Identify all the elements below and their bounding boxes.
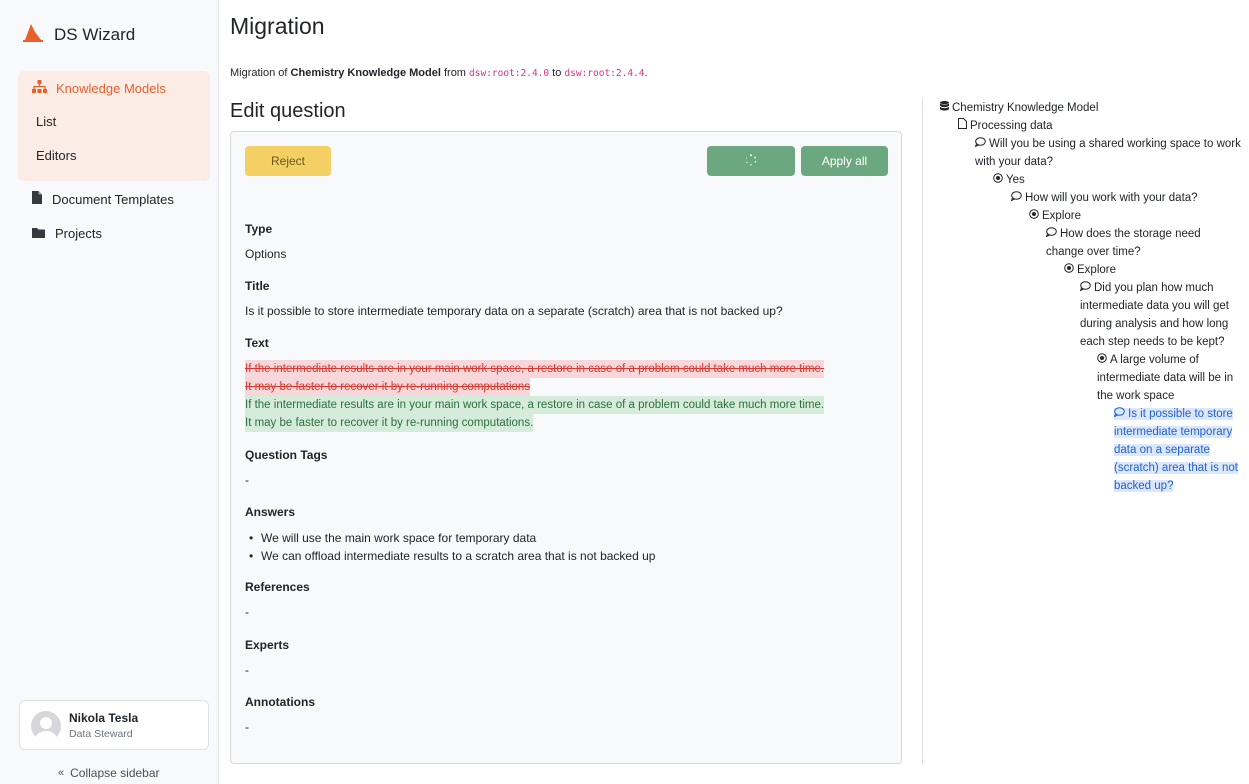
divider — [922, 98, 923, 764]
tree-answer-1: Yes — [993, 171, 1025, 189]
tags-value: - — [245, 473, 249, 487]
radio-icon — [1029, 207, 1039, 225]
from-version: dsw:root:2.4.0 — [469, 68, 550, 79]
tree-question-1: Will you be using a shared working space… — [974, 135, 1247, 171]
text-removed-line-2: It may be faster to recover it by re-run… — [245, 378, 531, 396]
spinner-icon — [745, 153, 757, 169]
type-value: Options — [245, 247, 287, 261]
answers-label: Answers — [245, 505, 296, 519]
user-name: Nikola Tesla — [69, 711, 139, 725]
tags-label: Question Tags — [245, 448, 328, 462]
text-removed-line-1: If the intermediate results are in your … — [245, 360, 825, 378]
radio-icon — [1064, 261, 1074, 279]
radio-icon — [993, 171, 1003, 189]
sitemap-icon — [32, 80, 47, 96]
to-version: dsw:root:2.4.4 — [564, 68, 645, 79]
tree-root: Chemistry Knowledge Model — [940, 99, 1098, 117]
list-item: We can offload intermediate results to a… — [245, 547, 655, 565]
tree-question-3: How does the storage need change over ti… — [1045, 225, 1236, 261]
experts-value: - — [245, 663, 249, 677]
comment-icon — [1010, 189, 1022, 207]
tree-answer-2: Explore — [1029, 207, 1081, 225]
main-content: Migration Migration of Chemistry Knowled… — [230, 0, 1249, 784]
app-name: DS Wizard — [54, 24, 136, 44]
tree-question-5-current[interactable]: Is it possible to store intermediate tem… — [1113, 405, 1249, 495]
migration-info: Migration of Chemistry Knowledge Model f… — [230, 67, 648, 79]
annotations-label: Annotations — [245, 695, 315, 709]
sidebar-item-projects[interactable]: Projects — [32, 226, 102, 241]
collapse-sidebar-button[interactable]: « Collapse sidebar — [58, 766, 160, 780]
title-value: Is it possible to store intermediate tem… — [245, 304, 783, 318]
radio-icon — [1097, 351, 1107, 369]
references-label: References — [245, 580, 310, 594]
chevrons-left-icon: « — [58, 767, 65, 779]
title-label: Title — [245, 279, 270, 293]
comment-icon — [1113, 405, 1125, 423]
folder-icon — [32, 226, 45, 241]
km-name: Chemistry Knowledge Model — [290, 67, 441, 79]
file-icon — [32, 191, 42, 207]
tree-answer-4: A large volume of intermediate data will… — [1097, 351, 1249, 405]
user-role: Data Steward — [69, 728, 133, 740]
sidebar-item-document-templates[interactable]: Document Templates — [32, 191, 174, 207]
text-label: Text — [245, 336, 269, 350]
reject-button[interactable]: Reject — [245, 146, 331, 176]
tree-question-4: Did you plan how much intermediate data … — [1079, 279, 1249, 351]
tree-answer-3: Explore — [1064, 261, 1116, 279]
answers-list: We will use the main work space for temp… — [245, 529, 655, 565]
apply-button-loading[interactable] — [707, 146, 795, 176]
sidebar-item-knowledge-models[interactable]: Knowledge Models — [32, 80, 166, 96]
comment-icon — [1045, 225, 1057, 243]
text-added-line-1: If the intermediate results are in your … — [245, 396, 825, 414]
tree-chapter: Processing data — [958, 117, 1052, 135]
sidebar-item-editors[interactable]: Editors — [36, 148, 76, 163]
references-value: - — [245, 605, 249, 619]
user-menu[interactable]: Nikola Tesla Data Steward — [19, 700, 209, 750]
annotations-value: - — [245, 720, 249, 734]
file-icon — [958, 117, 967, 135]
edit-heading: Edit question — [230, 100, 346, 122]
page-title: Migration — [230, 13, 325, 39]
list-item: We will use the main work space for temp… — [245, 529, 655, 547]
tree-question-2: How will you work with your data? — [1010, 189, 1198, 207]
experts-label: Experts — [245, 638, 290, 652]
app-logo[interactable]: DS Wizard — [22, 22, 135, 47]
apply-all-button[interactable]: Apply all — [801, 146, 888, 176]
comment-icon — [1079, 279, 1091, 297]
avatar — [31, 711, 61, 741]
knowledge-models-menu: Knowledge Models List Editors — [18, 71, 210, 181]
wizard-hat-icon — [22, 22, 44, 47]
sidebar-item-list[interactable]: List — [36, 114, 56, 129]
edit-question-card: Reject Apply all Type Options Title Is i… — [230, 131, 902, 764]
sidebar: DS Wizard Knowledge Models List Editors … — [0, 0, 219, 784]
type-label: Type — [245, 222, 273, 236]
database-icon — [940, 99, 949, 117]
text-added-line-2: It may be faster to recover it by re-run… — [245, 414, 534, 432]
comment-icon — [974, 135, 986, 153]
